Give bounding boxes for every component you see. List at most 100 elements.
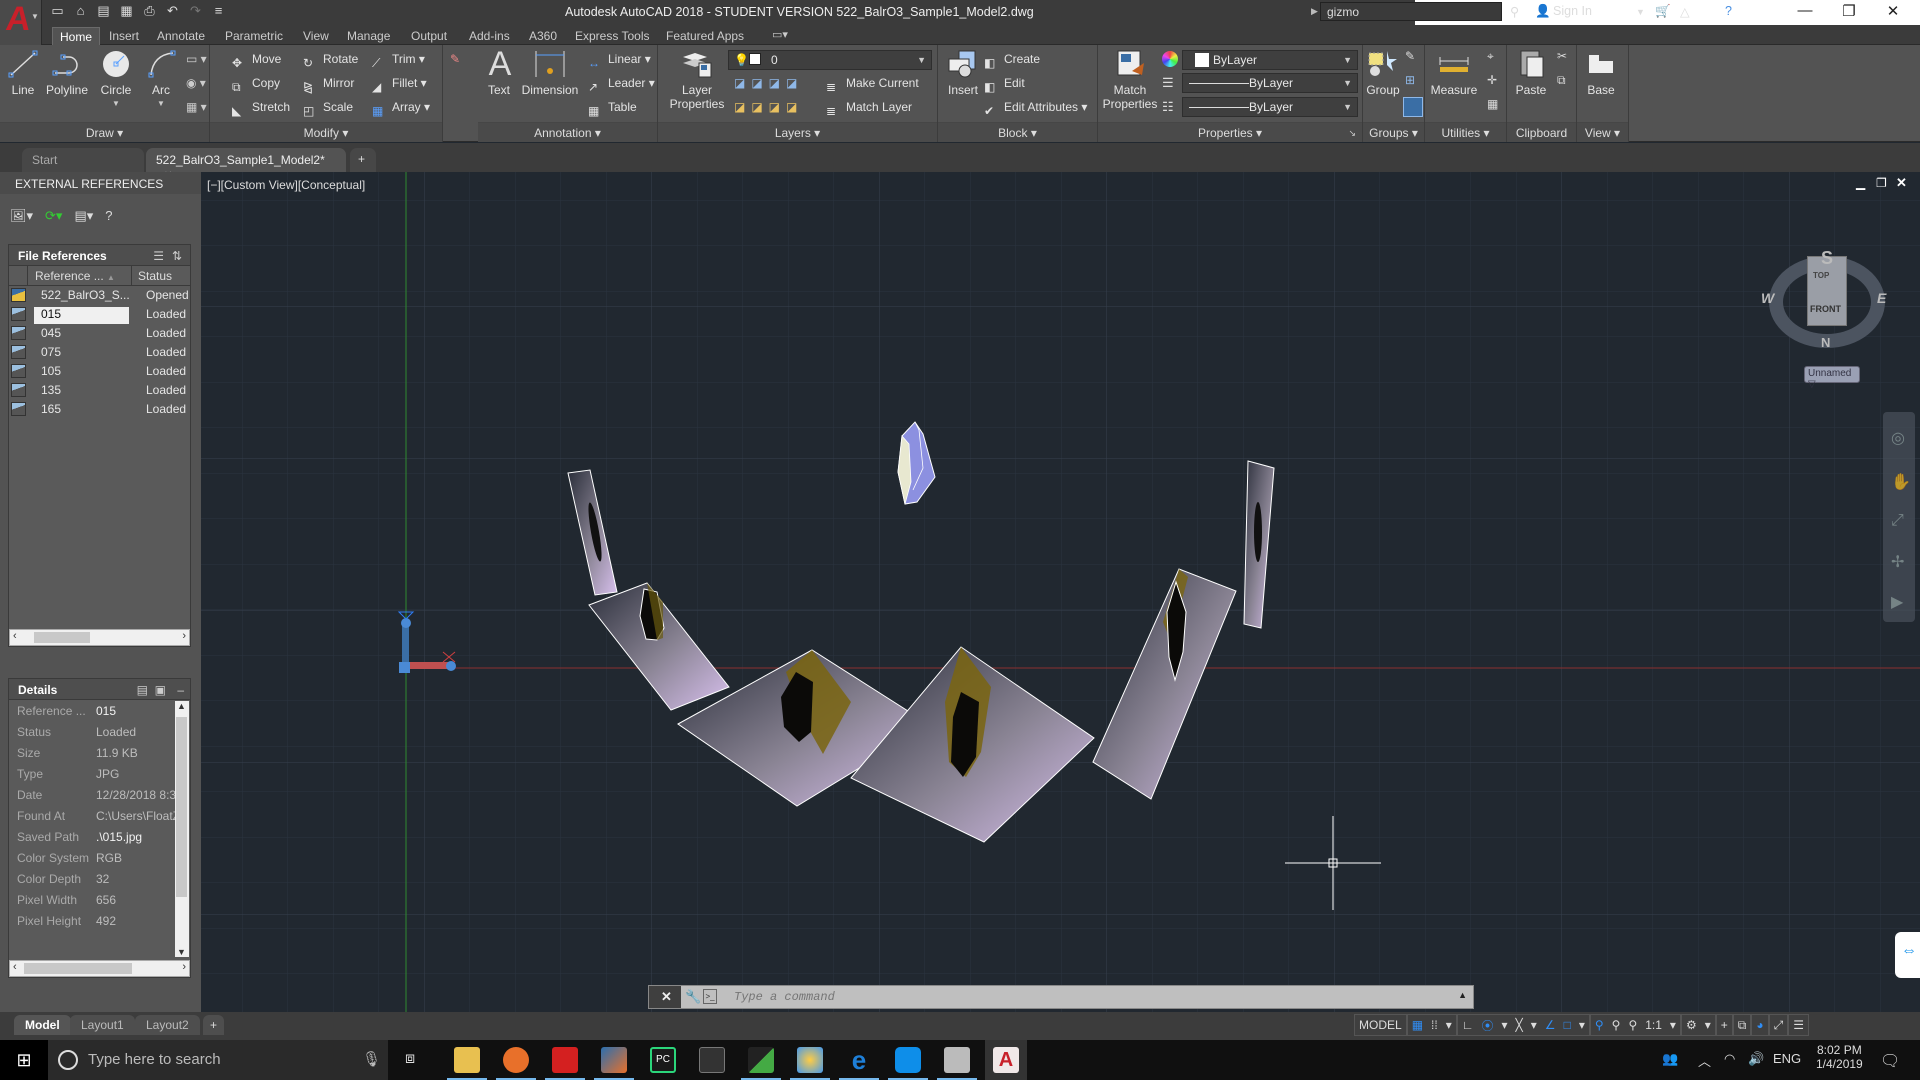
annotation-visibility-icon[interactable]: ⚲ <box>1595 1018 1604 1032</box>
paste-button[interactable]: Paste <box>1511 49 1551 97</box>
layer-tools-row-1[interactable]: ◪◪◪◪ <box>734 73 803 93</box>
block-panel-title[interactable]: Block ▾ <box>938 122 1097 142</box>
hatch-gradient-icon[interactable]: ◉ ▾ <box>186 73 206 93</box>
layers-panel-title[interactable]: Layers ▾ <box>658 122 937 142</box>
wolfram-mathematica-icon[interactable] <box>552 1047 578 1073</box>
group-button[interactable]: Group <box>1365 49 1401 97</box>
matlab-icon[interactable] <box>601 1047 627 1073</box>
ortho-icon[interactable]: ∟ <box>1462 1018 1474 1032</box>
table-button[interactable]: ▦ Table <box>588 97 637 118</box>
taskbar-search[interactable]: Type here to search 🎙 <box>48 1040 388 1080</box>
tab-layout2[interactable]: Layout2 <box>135 1015 200 1035</box>
scroll-right-icon[interactable]: › <box>182 630 186 642</box>
search-expand-icon[interactable]: ▶ <box>1311 6 1318 17</box>
layer-tools-row-2[interactable]: ◪◪◪◪ <box>734 97 803 117</box>
search-input[interactable]: gizmo <box>1320 2 1502 21</box>
show-hidden-icons[interactable]: ︿ <box>1698 1051 1711 1070</box>
grid-icon[interactable]: ▦ <box>1412 1018 1423 1032</box>
xref-row[interactable]: 045 Loaded <box>9 324 190 343</box>
layer-properties-button[interactable]: Layer Properties <box>666 49 728 111</box>
arc-dropdown-icon[interactable]: ▼ <box>142 97 180 111</box>
change-path-icon[interactable]: ▤▾ <box>74 208 93 230</box>
input-language[interactable]: ENG <box>1773 1051 1801 1066</box>
teamviewer-app-icon[interactable] <box>895 1047 921 1073</box>
circle-button[interactable]: Circle ▼ <box>96 49 136 111</box>
horizontal-scrollbar[interactable]: ‹ › <box>9 629 190 646</box>
compass-south[interactable]: S <box>1821 248 1833 269</box>
command-line[interactable]: ✕ 🔧 >_ ▲ <box>648 985 1474 1009</box>
draw-panel-title[interactable]: Draw ▾ <box>0 122 209 142</box>
compass-east[interactable]: E <box>1877 290 1886 306</box>
cart-icon[interactable]: 🛒 <box>1655 4 1671 19</box>
viewcube-top-face[interactable]: TOP <box>1813 271 1829 280</box>
stretch-button[interactable]: ◣ Stretch <box>232 97 290 118</box>
polar-tracking-icon[interactable]: ⦿ <box>1481 1017 1493 1034</box>
clean-screen[interactable]: ⤢ <box>1768 1014 1789 1036</box>
polar-dropdown-icon[interactable]: ▾ <box>1502 1018 1508 1032</box>
sign-in-button[interactable]: Sign In <box>1553 4 1592 18</box>
xref-row[interactable]: 522_BalrO3_S... Opened <box>9 286 190 305</box>
pycharm-icon[interactable]: PC <box>650 1047 676 1073</box>
drawing-viewport[interactable]: [−][Custom View][Conceptual] ▁ ❐ ✕ TOP F… <box>201 172 1920 1012</box>
object-snap-tracking-icon[interactable]: ∠ <box>1545 1018 1556 1032</box>
xref-row[interactable]: 165 Loaded <box>9 400 190 419</box>
command-prompt-icon[interactable]: >_ <box>703 989 717 1004</box>
circle-dropdown-icon[interactable]: ▼ <box>96 97 136 111</box>
putty-icon[interactable] <box>748 1047 774 1073</box>
edge-icon[interactable]: e <box>846 1047 872 1073</box>
rectangle-icon[interactable]: ▭ ▾ <box>186 49 207 69</box>
clipboard-panel-title[interactable]: Clipboard <box>1507 122 1576 142</box>
auto-scale-icon[interactable]: ⚲ <box>1612 1018 1621 1032</box>
utilities-panel-title[interactable]: Utilities ▾ <box>1425 122 1506 142</box>
command-line-handle[interactable]: ✕ <box>649 986 681 1008</box>
tab-add-ins[interactable]: Add-ins <box>462 27 517 45</box>
tab-a360[interactable]: A360 <box>522 27 564 45</box>
arc-button[interactable]: Arc ▼ <box>142 49 180 111</box>
mirror-button[interactable]: ⧎ Mirror <box>303 73 354 94</box>
navigation-bar[interactable]: ◎ ✋ ⤢ ✢ ▶ <box>1883 412 1915 622</box>
group-edit-icon[interactable]: ✎ <box>1405 49 1415 63</box>
xref-row[interactable]: 075 Loaded <box>9 343 190 362</box>
scroll-left-icon[interactable]: ‹ <box>13 961 17 973</box>
cut-icon[interactable]: ✂ <box>1557 49 1567 63</box>
new-icon[interactable]: ▭ <box>50 3 65 18</box>
a360-icon[interactable]: △ <box>1680 4 1690 19</box>
measure-button[interactable]: Measure <box>1429 49 1479 97</box>
preview-icon[interactable]: ▣ <box>155 683 166 697</box>
binoculars-icon[interactable]: ⚲ <box>1510 4 1519 19</box>
lineweight-dropdown[interactable]: ByLayer ▼ <box>1182 73 1358 93</box>
orbit-icon[interactable]: ✢ <box>1891 552 1904 572</box>
modify-panel-title[interactable]: Modify ▾ <box>210 122 442 142</box>
redo-icon[interactable]: ↷ <box>188 3 203 18</box>
collapse-icon[interactable]: – <box>177 683 184 697</box>
resource-monitor-icon[interactable] <box>944 1047 970 1073</box>
save-as-icon[interactable]: ▦ <box>119 3 134 18</box>
customization-menu[interactable]: ☰ <box>1788 1014 1809 1036</box>
base-button[interactable]: Base <box>1581 49 1621 97</box>
quick-select-icon[interactable]: ⌖ <box>1487 49 1494 64</box>
viewport-close-icon[interactable]: ✕ <box>1896 175 1907 191</box>
annotation-panel-title[interactable]: Annotation ▾ <box>478 122 657 142</box>
model-space-toggle[interactable]: MODEL <box>1354 1014 1407 1036</box>
annotation-scale-value[interactable]: 1:1 <box>1645 1018 1662 1032</box>
tree-view-icon[interactable]: ⇅ <box>172 249 182 263</box>
wifi-icon[interactable]: ◠ <box>1724 1051 1735 1067</box>
scroll-left-icon[interactable]: ‹ <box>13 630 17 642</box>
minimize-button[interactable]: — <box>1790 2 1820 19</box>
tab-model[interactable]: Model <box>14 1015 71 1035</box>
array-button[interactable]: ▦ Array ▾ <box>372 97 430 118</box>
zoom-extents-icon[interactable]: ⤢ <box>1891 512 1904 530</box>
command-input[interactable] <box>734 987 1434 1007</box>
details-view-icon[interactable]: ▤ <box>137 683 148 697</box>
new-tab-button[interactable]: + <box>350 148 376 172</box>
volume-icon[interactable]: 🔊 <box>1748 1051 1764 1067</box>
firefox-icon[interactable] <box>503 1047 529 1073</box>
microphone-icon[interactable]: 🎙 <box>362 1050 381 1068</box>
action-center-icon[interactable]: 🗨 <box>1880 1051 1900 1071</box>
text-button[interactable]: A Text <box>484 47 514 97</box>
people-icon[interactable]: 👥 <box>1662 1051 1678 1067</box>
isodraft-dropdown-icon[interactable]: ▾ <box>1531 1018 1537 1032</box>
insert-button[interactable]: Insert <box>942 49 984 97</box>
hardware-acceleration[interactable]: ◕ <box>1751 1014 1769 1036</box>
column-reference[interactable]: Reference ... ▲ <box>35 269 115 283</box>
